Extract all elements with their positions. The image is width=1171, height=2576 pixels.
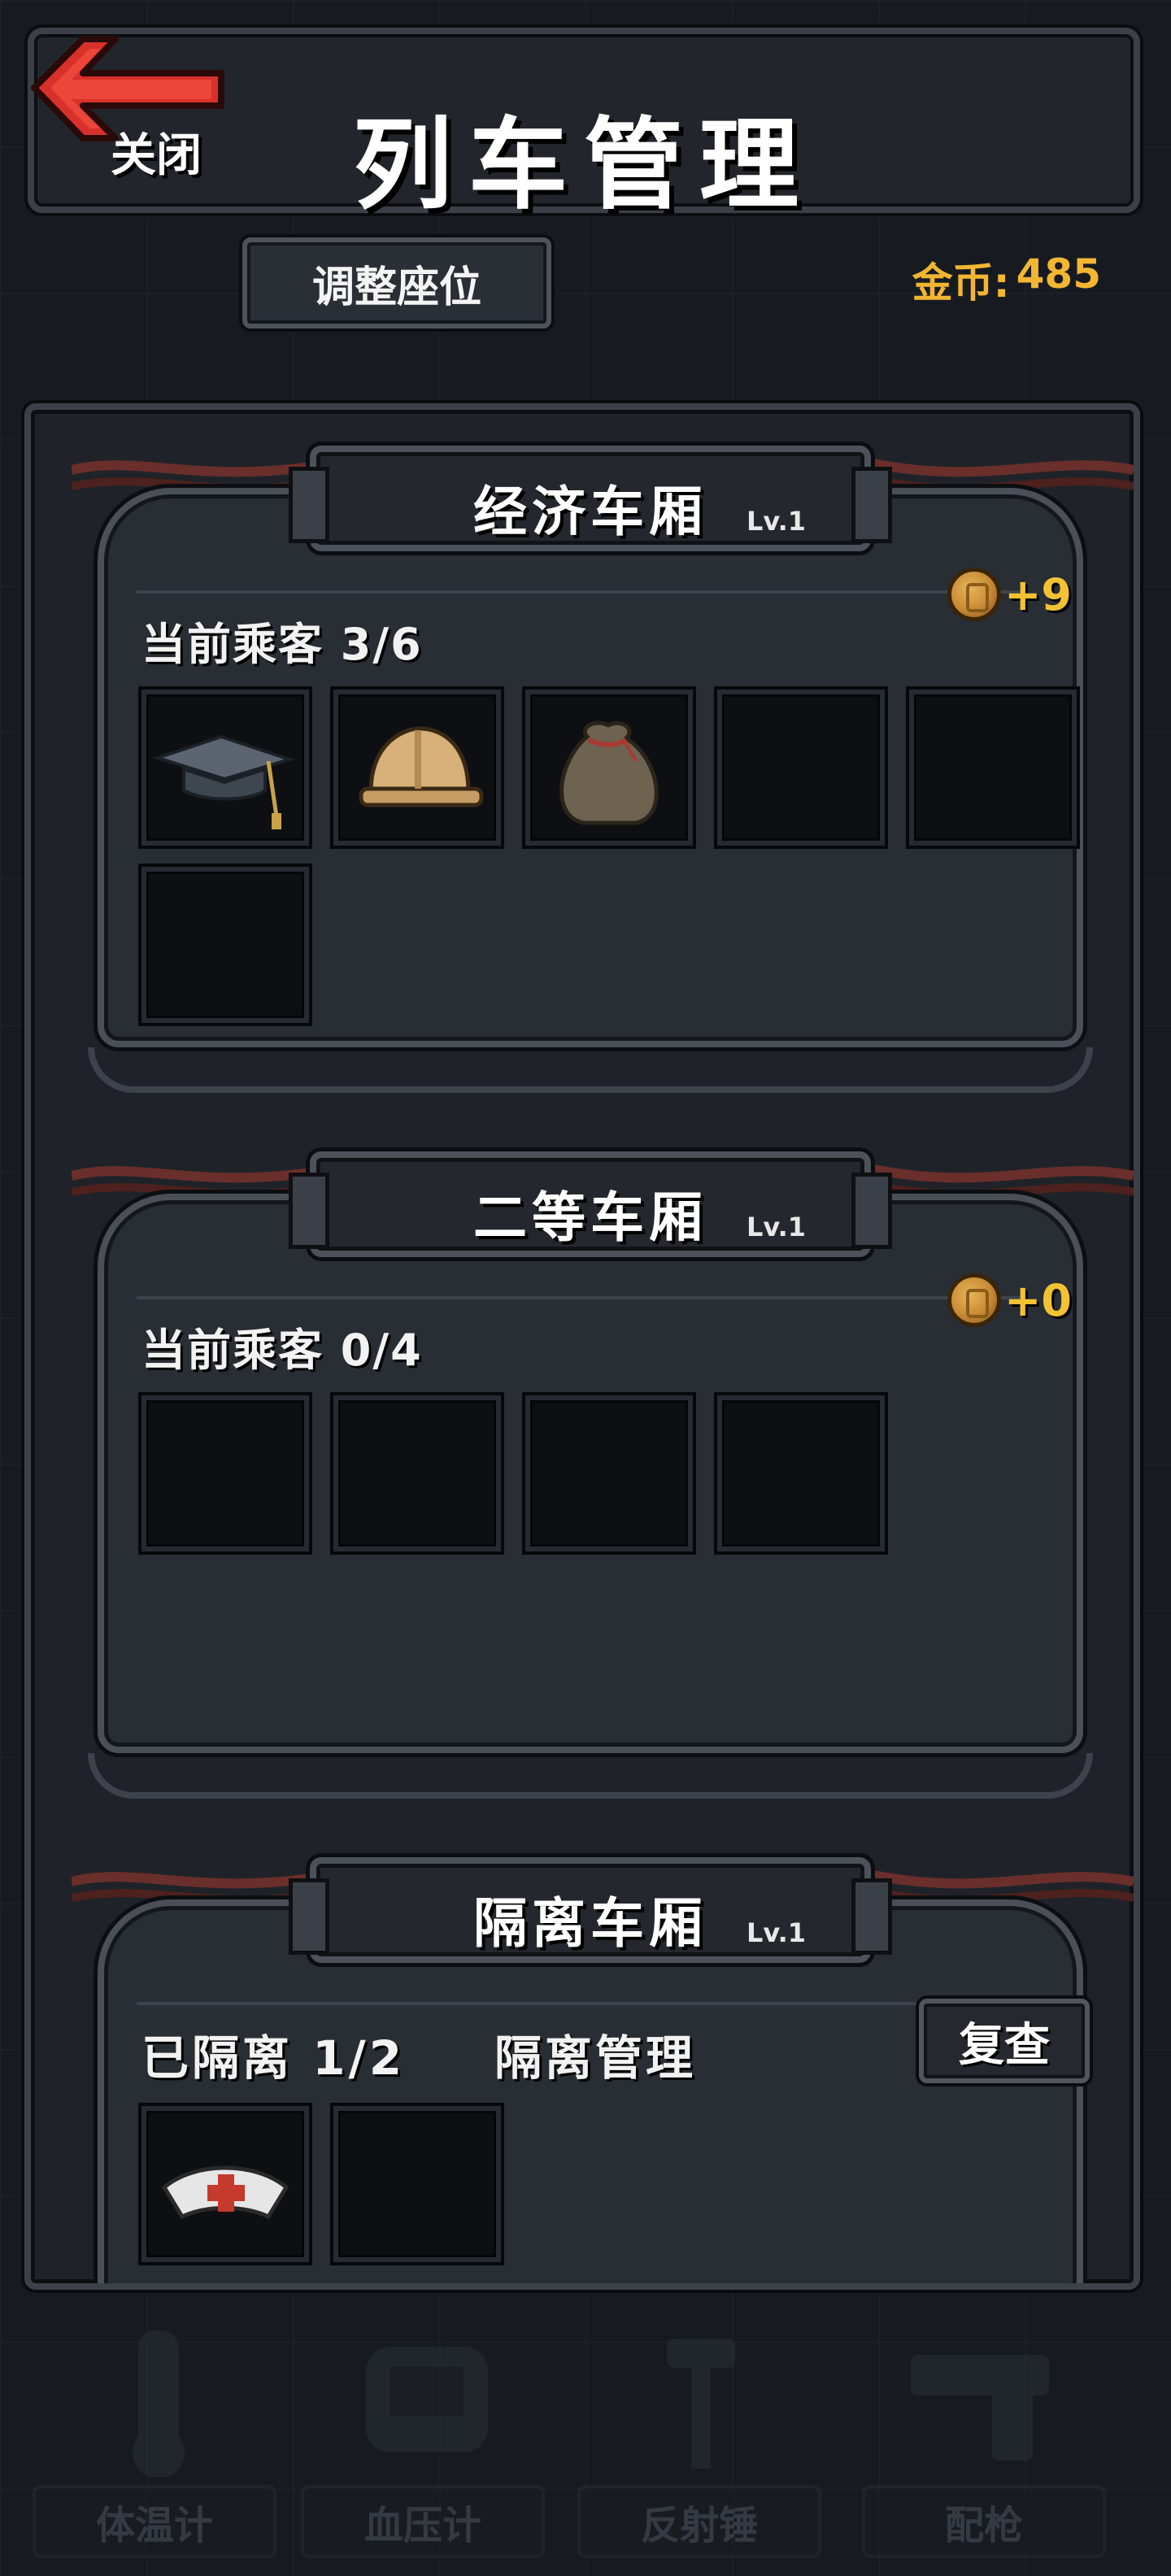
car-level: Lv.1: [746, 1917, 806, 1948]
isolation-car-nameplate: 隔离车厢 Lv.1: [289, 1857, 892, 1963]
train-panel: 经济车厢 Lv.1 +9 当前乘客 3/6 二等车厢 Lv.1 +0 当前乘客 …: [24, 403, 1140, 2290]
seat-slot-empty[interactable]: [141, 1395, 309, 1551]
pistol-icon: [911, 2355, 1049, 2461]
isolation-slot-empty[interactable]: [333, 2106, 501, 2262]
sidearm-label: 配枪: [862, 2485, 1106, 2558]
sidearm-tool: 配枪: [862, 2322, 1106, 2558]
isolation-car: 隔离车厢 Lv.1 已隔离 1/2 隔离管理 复查: [63, 1857, 1134, 2283]
reflex-hammer-tool: 反射锤: [577, 2322, 821, 2558]
economy-car-chassis: [88, 1047, 1093, 1093]
passenger-count: 当前乘客 3/6: [141, 619, 423, 670]
background-tool-bar: 体温计 血压计 反射锤 配枪: [0, 2293, 1171, 2576]
seat-slot-empty[interactable]: [717, 1395, 885, 1551]
thermometer-tool: 体温计: [33, 2322, 276, 2558]
blood-pressure-label: 血压计: [301, 2485, 545, 2558]
income-value: +0: [1004, 1274, 1072, 1326]
car-income: +0: [947, 1273, 1072, 1327]
header-bar: 关闭 列车管理: [28, 28, 1140, 223]
seat-slot-traveler[interactable]: [525, 690, 693, 846]
nurse-cap-icon: [161, 2165, 289, 2220]
reflex-hammer-label: 反射锤: [577, 2485, 821, 2558]
seat-slot-empty[interactable]: [909, 690, 1077, 846]
income-value: +9: [1004, 568, 1072, 620]
seat-slot-empty[interactable]: [525, 1395, 693, 1551]
passenger-count: 当前乘客 0/4: [141, 1325, 423, 1376]
reflex-hammer-icon: [667, 2339, 735, 2469]
seat-slot-graduate[interactable]: [141, 690, 309, 846]
blood-pressure-tool: 血压计: [301, 2322, 545, 2558]
coin-balance: 金币: 485: [912, 250, 1101, 309]
second-class-car-chassis: [88, 1753, 1093, 1799]
car-income: +9: [947, 568, 1072, 621]
economy-car: 经济车厢 Lv.1 +9 当前乘客 3/6: [63, 446, 1134, 1112]
car-level: Lv.1: [746, 506, 806, 537]
graduation-cap-icon: [152, 734, 295, 829]
seat-slot-worker[interactable]: [333, 690, 501, 846]
car-level: Lv.1: [746, 1212, 806, 1242]
blood-pressure-icon: [366, 2347, 488, 2452]
economy-car-nameplate: 经济车厢 Lv.1: [289, 446, 892, 551]
isolated-count: 已隔离 1/2: [141, 2030, 406, 2086]
coin-icon: [947, 1273, 1002, 1327]
second-class-car: 二等车厢 Lv.1 +0 当前乘客 0/4: [63, 1151, 1134, 1818]
isolation-management-link[interactable]: 隔离管理: [494, 2020, 696, 2088]
isolation-slot-nurse[interactable]: [141, 2106, 309, 2262]
divider: [137, 1296, 1020, 1299]
coin-icon: [947, 568, 1002, 621]
second-class-car-nameplate: 二等车厢 Lv.1: [289, 1151, 892, 1257]
thermometer-label: 体温计: [33, 2485, 276, 2558]
seat-slot-empty[interactable]: [333, 1395, 501, 1551]
coin-balance-value: 485: [1016, 250, 1101, 298]
sack-icon: [559, 720, 659, 825]
seat-slot-empty[interactable]: [141, 867, 309, 1023]
page-title: 列车管理: [353, 107, 815, 223]
divider: [137, 590, 1020, 594]
thermometer-icon: [133, 2330, 185, 2477]
divider: [137, 2002, 1020, 2005]
recheck-button[interactable]: 复查: [919, 1999, 1090, 2083]
coin-balance-label: 金币:: [912, 259, 1010, 307]
hard-hat-icon: [359, 726, 484, 807]
seat-slot-empty[interactable]: [717, 690, 885, 846]
adjust-seats-button[interactable]: 调整座位: [242, 237, 551, 329]
